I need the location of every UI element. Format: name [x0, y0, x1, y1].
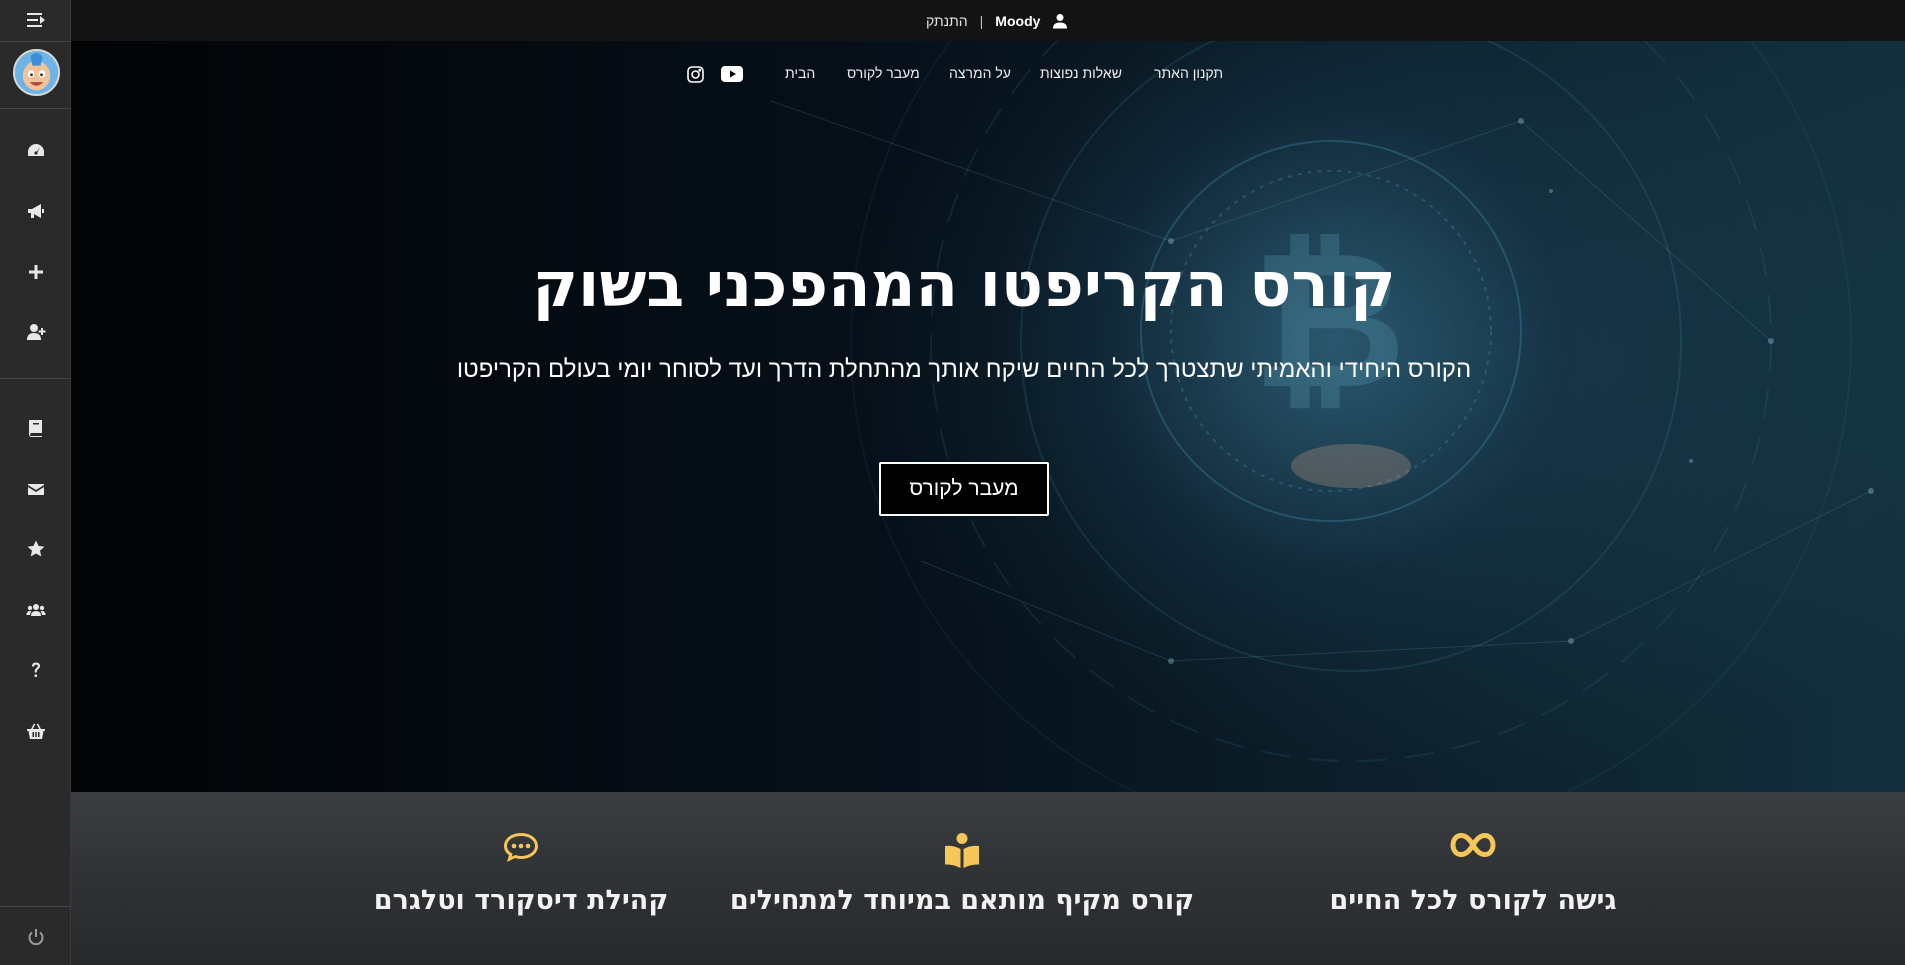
nav-terms[interactable]: תקנון האתר	[1154, 65, 1223, 81]
hero-background-graphic: ₿	[770, 41, 1874, 792]
sidebar-divider	[0, 906, 71, 907]
menu-toggle-button[interactable]	[0, 0, 71, 40]
menu-toggle-icon	[26, 13, 45, 27]
add-user-button[interactable]	[0, 312, 71, 352]
add-button[interactable]	[0, 252, 71, 292]
shop-button[interactable]	[0, 711, 71, 751]
messages-button[interactable]	[0, 469, 71, 509]
sidebar-divider	[0, 378, 71, 379]
help-button[interactable]	[0, 650, 71, 690]
feature-title: קורס מקיף מותאם במיוחד למתחילים	[729, 885, 1195, 916]
feature-beginner-course: קורס מקיף מותאם במיוחד למתחילים	[702, 792, 1222, 965]
youtube-link[interactable]	[721, 66, 743, 85]
avatar-image	[15, 51, 58, 94]
envelope-icon	[27, 484, 44, 495]
megaphone-icon	[27, 204, 44, 218]
feature-lifetime-access: גישה לקורס לכל החיים	[1213, 792, 1733, 965]
plus-icon	[28, 265, 43, 279]
dashboard-icon	[27, 144, 44, 156]
star-icon	[27, 540, 44, 557]
nav-about-lecturer[interactable]: על המרצה	[949, 65, 1011, 81]
nav-home[interactable]: הבית	[785, 65, 815, 81]
book-reader-icon	[944, 832, 980, 872]
infinity-icon	[1450, 832, 1496, 862]
logout-link[interactable]: התנתק	[926, 13, 968, 29]
hero-subtitle: הקורס היחידי והאמיתי שתצטרך לכל החיים שי…	[456, 356, 1472, 383]
feature-title: גישה לקורס לכל החיים	[1329, 885, 1617, 916]
hero-section: ₿ תקנון האתר שאלות נפוצות על המרצה מעבר …	[71, 41, 1905, 792]
sidebar-divider	[0, 41, 71, 42]
question-icon	[31, 662, 40, 677]
basket-icon	[26, 723, 45, 739]
community-button[interactable]	[0, 590, 71, 630]
top-bar: התנתק | Moody	[71, 0, 1905, 41]
nav-go-to-course[interactable]: מעבר לקורס	[847, 65, 920, 81]
favorites-button[interactable]	[0, 529, 71, 569]
announcements-button[interactable]	[0, 191, 71, 231]
nav-faq[interactable]: שאלות נפוצות	[1040, 65, 1122, 81]
separator: |	[979, 12, 984, 29]
power-button[interactable]	[0, 917, 71, 957]
user-plus-icon	[26, 324, 45, 340]
features-section: קהילת דיסקורד וטלגרם קורס מקיף מותאם במי…	[71, 792, 1905, 965]
power-icon	[28, 929, 43, 946]
hero-title: קורס הקריפטו המהפכני בשוק	[532, 248, 1396, 321]
avatar[interactable]	[13, 49, 60, 96]
chat-icon	[503, 832, 539, 868]
courses-button[interactable]	[0, 408, 71, 448]
sidebar	[0, 0, 71, 965]
go-to-course-button[interactable]: מעבר לקורס	[879, 462, 1049, 516]
youtube-icon	[721, 66, 743, 82]
user-area: התנתק | Moody	[926, 0, 1068, 41]
app-root: התנתק | Moody ₿ תקנון האתר שאלות נפוצות …	[0, 0, 1905, 965]
main-nav: תקנון האתר שאלות נפוצות על המרצה מעבר לק…	[71, 65, 1905, 89]
user-icon	[1053, 13, 1068, 28]
instagram-icon	[687, 66, 704, 83]
users-icon	[26, 604, 45, 616]
sidebar-divider	[0, 108, 71, 109]
dashboard-button[interactable]	[0, 131, 71, 171]
instagram-link[interactable]	[687, 66, 704, 86]
username[interactable]: Moody	[995, 13, 1040, 29]
book-icon	[28, 420, 42, 437]
